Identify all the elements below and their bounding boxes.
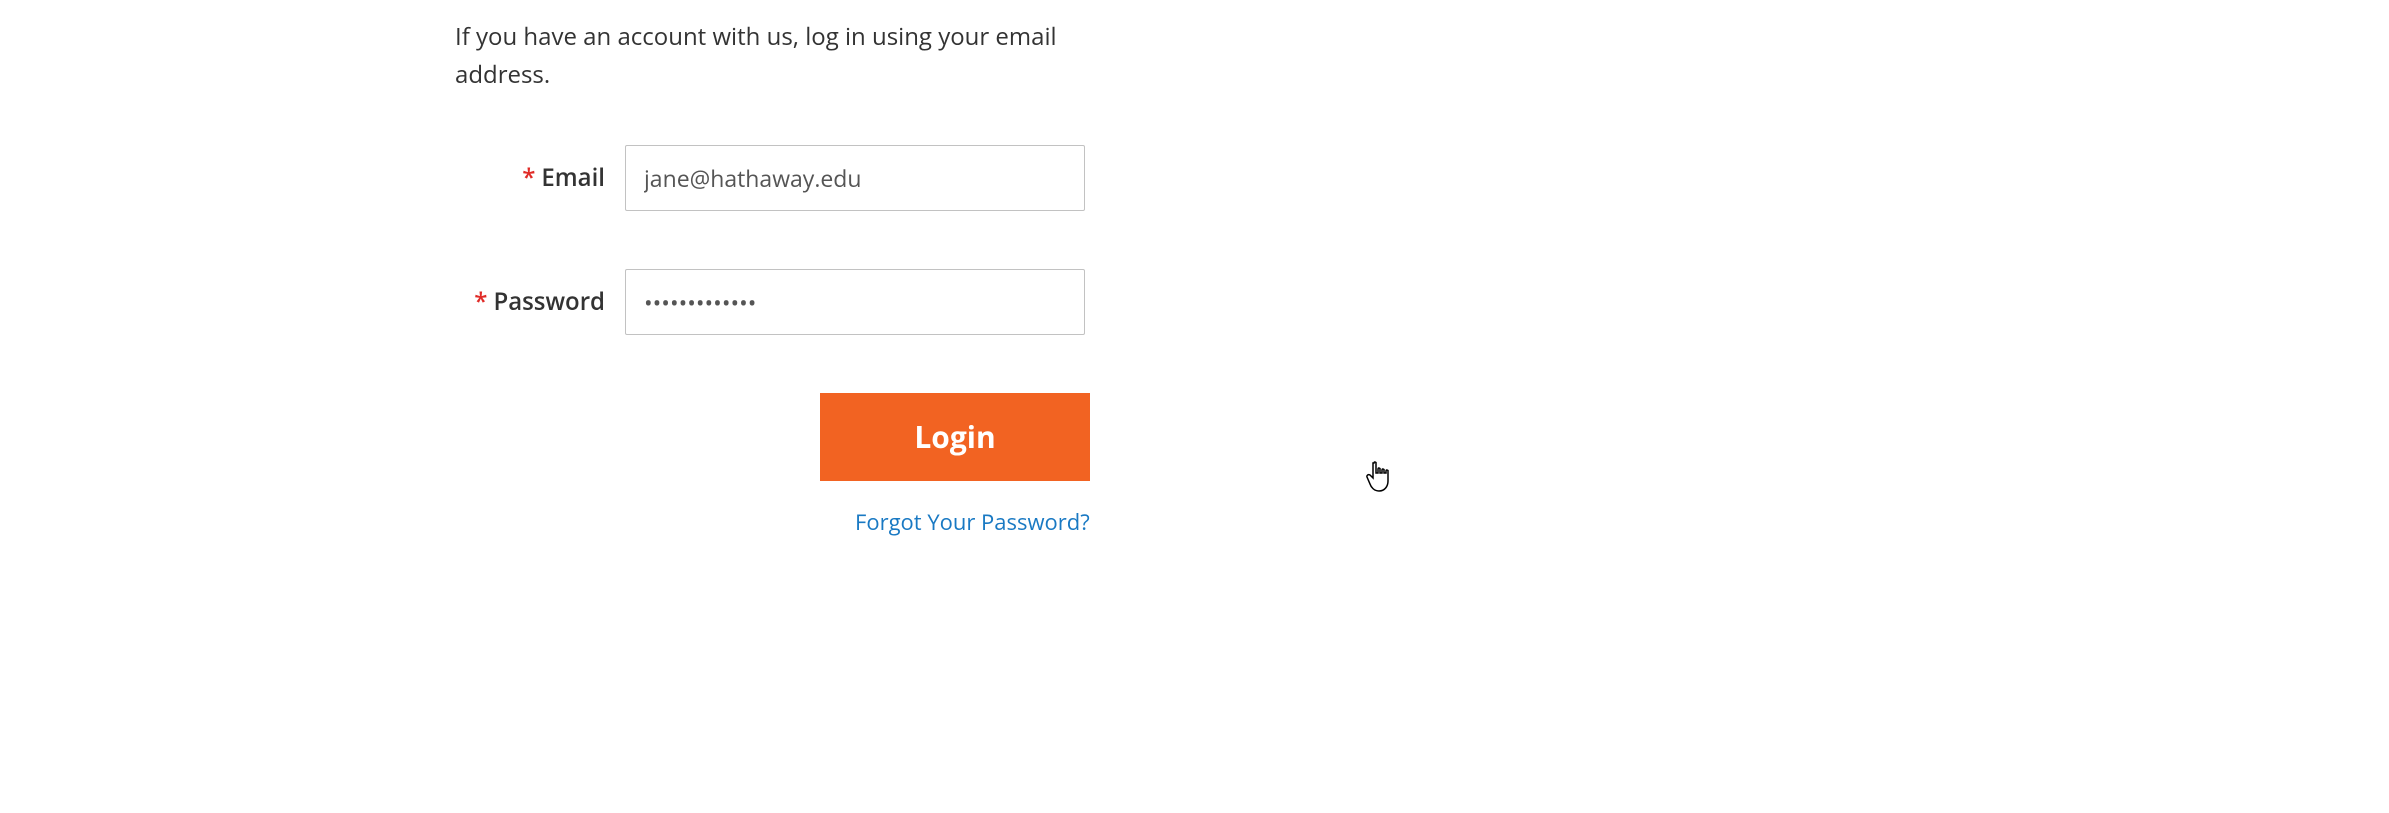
login-form: If you have an account with us, log in u… <box>455 18 1155 537</box>
required-asterisk-icon: * <box>474 285 487 318</box>
email-field[interactable] <box>625 145 1085 211</box>
required-asterisk-icon: * <box>522 161 535 194</box>
intro-text: If you have an account with us, log in u… <box>455 18 1155 95</box>
forgot-password-link[interactable]: Forgot Your Password? <box>855 507 1090 537</box>
password-label-text: Password <box>493 285 605 318</box>
password-row: *Password <box>455 269 1155 335</box>
email-row: *Email <box>455 145 1155 211</box>
forgot-password-row: Forgot Your Password? <box>855 507 1155 537</box>
password-label: *Password <box>455 285 625 318</box>
login-button[interactable]: Login <box>820 393 1090 481</box>
email-label-text: Email <box>541 161 605 194</box>
email-label: *Email <box>455 161 625 194</box>
password-field[interactable] <box>625 269 1085 335</box>
cursor-pointer-icon <box>1365 461 1393 498</box>
login-button-row: Login <box>820 393 1155 481</box>
